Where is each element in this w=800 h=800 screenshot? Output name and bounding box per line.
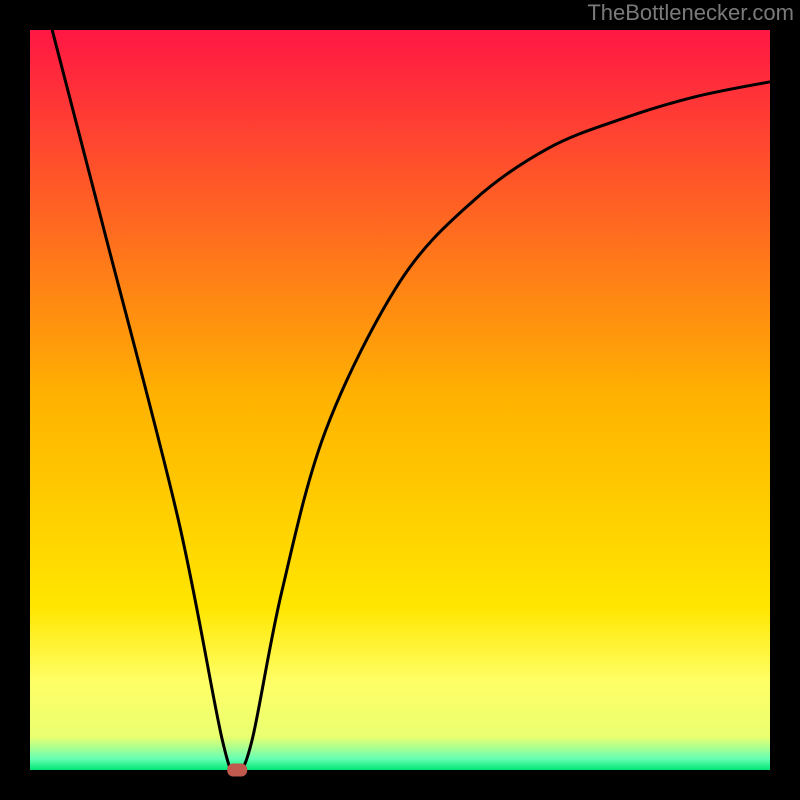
optimal-point-marker: [227, 764, 247, 777]
attribution-text: TheBottlenecker.com: [587, 0, 794, 26]
bottleneck-chart: [0, 0, 800, 800]
plot-background: [30, 30, 770, 770]
chart-frame: TheBottlenecker.com: [0, 0, 800, 800]
